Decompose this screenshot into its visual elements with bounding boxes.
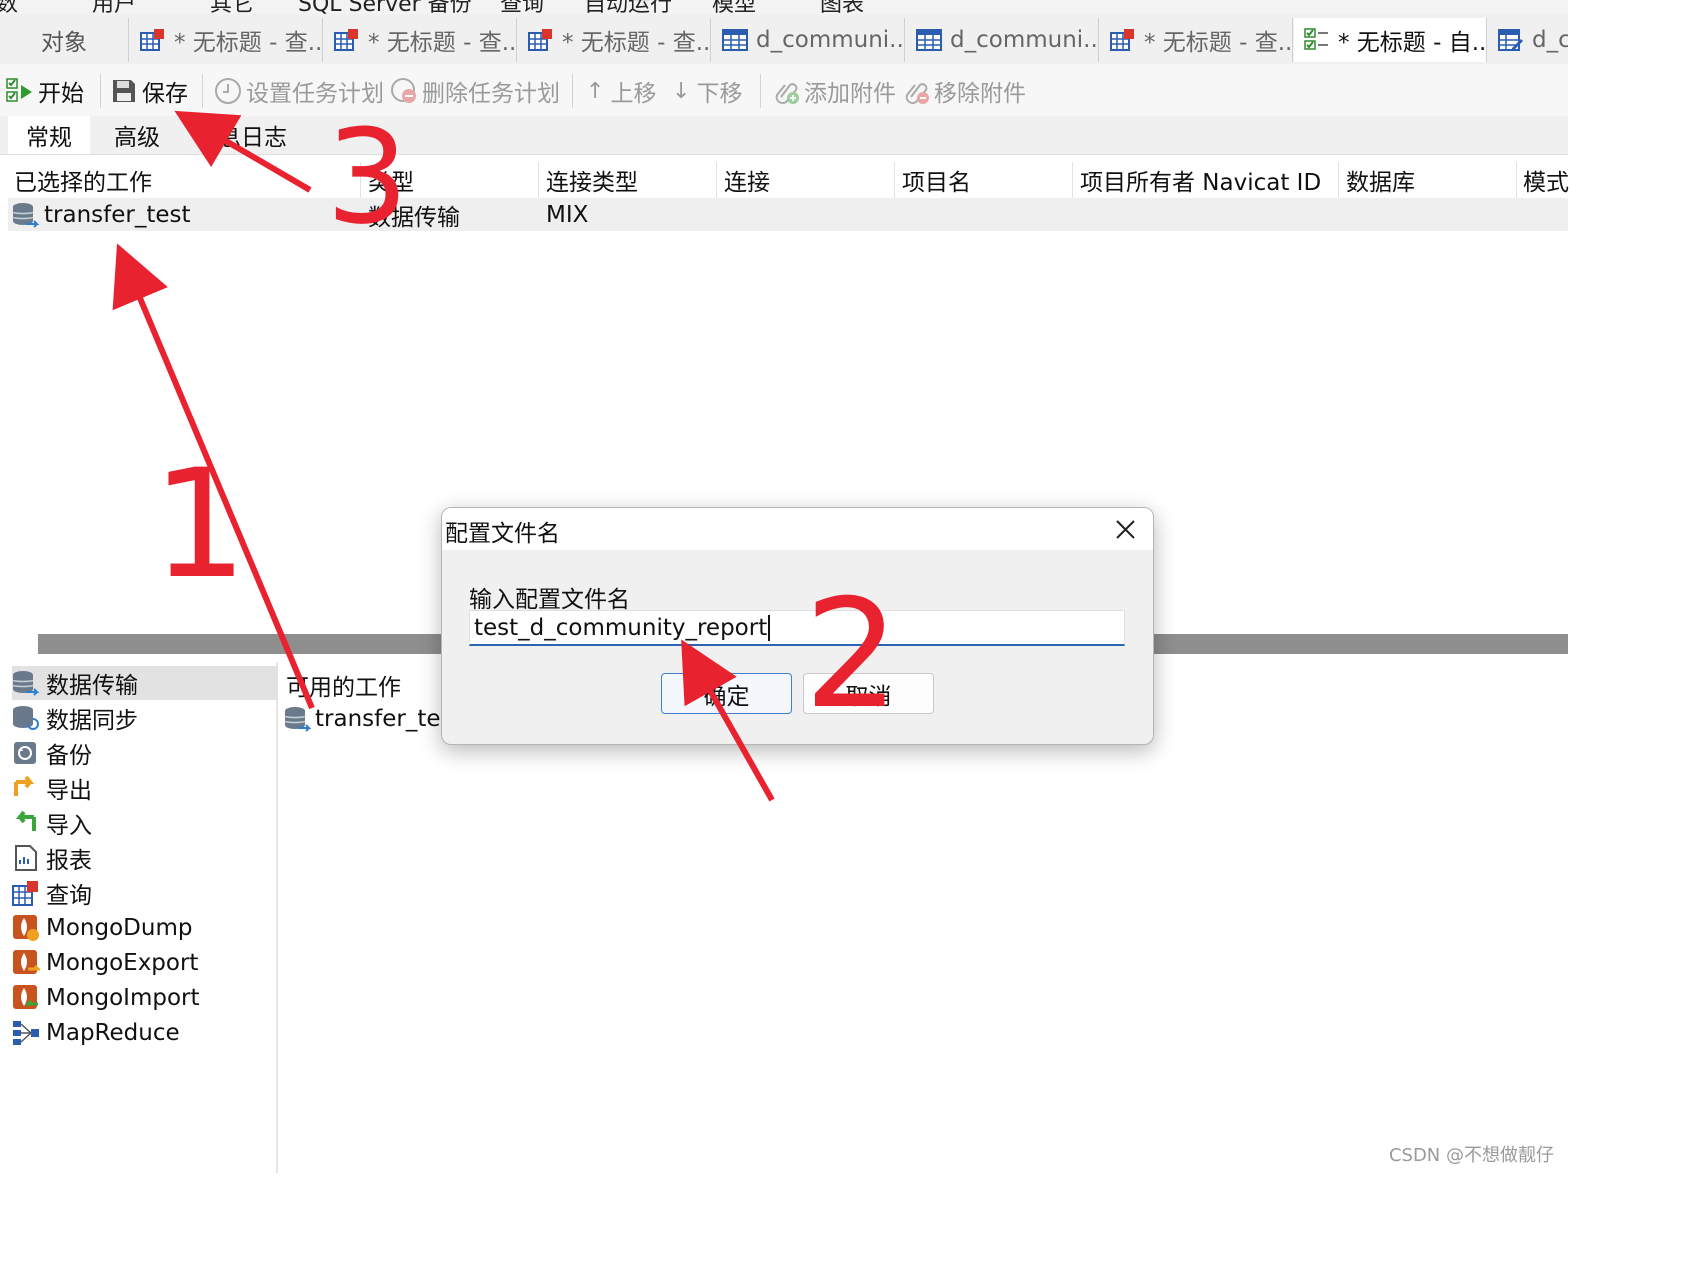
annotation-step-3: 3 [326,101,409,253]
watermark: CSDN @不想做靓仔 [1388,1145,1554,1166]
annotation-arrow-2 [681,639,775,802]
annotation-step-1: 1 [152,438,248,612]
annotation-arrow-3 [174,110,312,193]
annotation-step-2: 2 [804,568,900,742]
